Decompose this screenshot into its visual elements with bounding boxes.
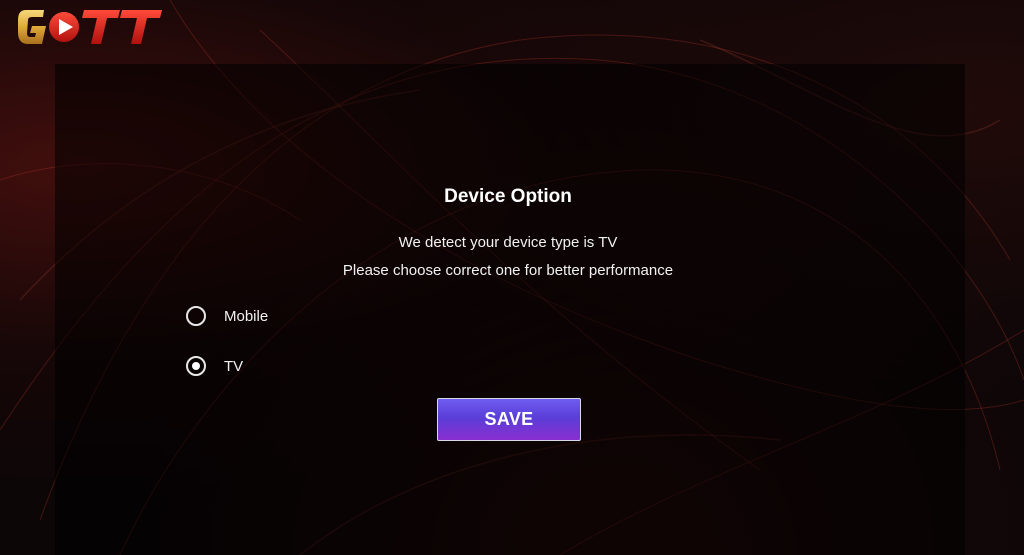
app-logo [16, 2, 166, 50]
save-button[interactable]: SAVE [437, 398, 581, 441]
mobile-radio-button[interactable] [186, 306, 206, 326]
option-mobile-label: Mobile [224, 307, 269, 325]
option-mobile[interactable]: Mobile [186, 306, 268, 326]
device-option-screen: Device Option We detect your device type… [0, 0, 1024, 555]
tv-radio-button[interactable] [186, 356, 206, 376]
detect-message: We detect your device type is TV [398, 234, 618, 251]
option-tv-label: TV [224, 357, 244, 375]
option-tv[interactable]: TV [186, 356, 243, 376]
dialog-title: Device Option [444, 186, 572, 207]
choose-message: Please choose correct one for better per… [342, 262, 674, 279]
